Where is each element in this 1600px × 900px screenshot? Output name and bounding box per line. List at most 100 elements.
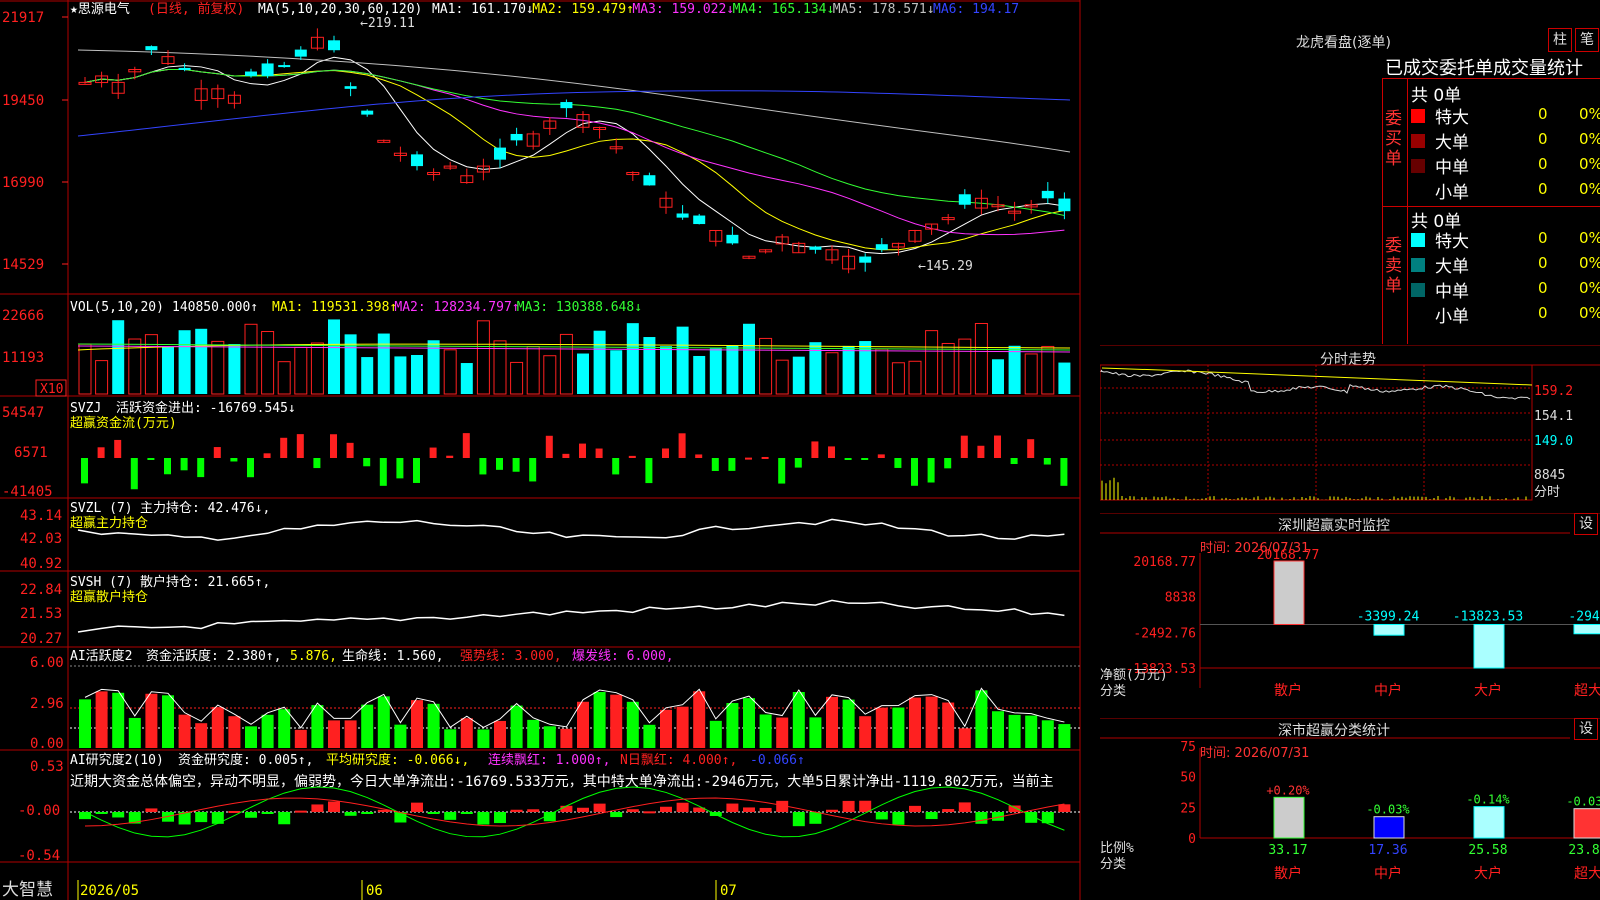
candle-down: [875, 244, 888, 250]
monitor-category-label: 超大: [1574, 683, 1600, 699]
classify-value-label: 33.17: [1268, 843, 1307, 858]
ai-active-bar: [178, 714, 191, 748]
order-size-label: 中单: [1435, 158, 1469, 178]
chart-canvas[interactable]: 21917 19450 16990 14529 ←219.11 ←145.29 ★思源电气 (…: [0, 0, 1100, 900]
candle-down: [676, 213, 689, 218]
brand-label: 大智慧: [2, 880, 53, 900]
research-bar: [842, 800, 855, 812]
order-count: 0: [1538, 279, 1548, 297]
ai-comment: 近期大资金总体偏空，异动不明显，偏弱势，今日大单净流出:-16769.533万元…: [70, 773, 1054, 790]
ma-value: MA6: 194.17: [933, 2, 1019, 17]
volume-bar: [660, 346, 672, 394]
candle-down: [361, 110, 374, 115]
buy-side-label: 委买单: [1385, 109, 1402, 169]
kline-chart-area[interactable]: 21917 19450 16990 14529 ←219.11 ←145.29 ★思源电气 (…: [0, 0, 1100, 900]
ai-active-bar: [875, 707, 888, 748]
ai-active-bar: [444, 729, 457, 748]
ai-active-bar: [328, 720, 340, 748]
fund-flow-bar: [1010, 458, 1018, 465]
volume-bar: [559, 333, 573, 395]
ai-active-bar: [311, 705, 324, 748]
fund-flow-bar: [263, 453, 271, 458]
research-bar: [527, 809, 540, 812]
volume-bar: [144, 334, 158, 395]
ai-active-bar: [693, 691, 706, 748]
dragon-header: 已成交委托单成交量统计: [1385, 58, 1583, 79]
pen-mode-button[interactable]: 笔: [1575, 28, 1599, 52]
monitor-category-label: 大户: [1474, 682, 1502, 699]
fund-flow-bar: [794, 458, 802, 468]
research-bar: [444, 812, 457, 820]
volume-ma-value: MA1: 119531.398↑: [272, 300, 397, 315]
intraday-axis: 8845: [1534, 468, 1565, 483]
ai-active-bar: [543, 726, 556, 748]
ai-active-bar: [726, 703, 739, 748]
fund-flow-bar: [147, 458, 155, 460]
order-count: 0: [1538, 105, 1548, 123]
dragon-table: 委买单 委卖单 共 0单 共 0单 特大00%大单00%中单00%小单00% 特…: [1382, 78, 1600, 344]
monitor-category-label: 散户: [1274, 682, 1302, 699]
monitor-bar: [1373, 623, 1405, 636]
research-bar: [311, 804, 324, 812]
ai-last-value: -0.066↑: [750, 753, 805, 768]
candle-down: [494, 147, 506, 160]
candle-down: [411, 154, 423, 167]
volume-bar: [974, 322, 988, 395]
fund-flow-bar: [396, 458, 404, 479]
classify-category-label: 超大: [1574, 866, 1600, 882]
ai-research-value: 资金研究度: 0.005↑,: [178, 752, 313, 768]
candle-down: [178, 67, 191, 70]
research-bar: [859, 800, 872, 812]
order-color-swatch: [1411, 258, 1425, 272]
ai-active-bar: [477, 729, 490, 748]
monitor-bar-label: -3399.24: [1357, 609, 1420, 624]
svzl-axis-label: 43.14: [20, 508, 62, 524]
fund-flow-bar: [894, 458, 902, 468]
volume-bar: [310, 342, 324, 395]
volume-bar: [543, 355, 557, 395]
fund-flow-bar: [761, 456, 769, 459]
volume-bar: [328, 319, 340, 394]
ai-active-bar: [377, 696, 390, 748]
fund-flow-bar: [247, 458, 254, 478]
ai-red-value: 连续飘红: 1.000↑,: [488, 752, 610, 768]
candle-down: [245, 71, 257, 76]
volume-bar: [178, 330, 191, 394]
volume-bar: [1041, 345, 1055, 395]
volume-bar: [825, 352, 839, 395]
monitor-panel: 深圳超赢实时监控 设 时间: 2026/07/31 20168.77 8838 -2…: [1100, 513, 1600, 718]
volume-bar: [992, 359, 1004, 394]
intraday-chart[interactable]: 159.2 154.1 149.0 8845 分时: [1100, 345, 1600, 513]
classify-bar: [1373, 816, 1405, 839]
volume-bar: [78, 343, 92, 395]
ai-active-bar: [626, 701, 639, 748]
ai-active-bar: [577, 701, 589, 748]
fund-flow-bar: [1060, 458, 1068, 486]
order-size-label: 小单: [1435, 183, 1469, 203]
fund-flow-bar: [413, 458, 420, 483]
intraday-axis: 149.0: [1534, 434, 1573, 449]
research-bar: [411, 802, 423, 812]
ai-active-title: AI活跃度2: [70, 648, 132, 664]
volume-bar: [759, 337, 773, 395]
order-percent: 0%: [1579, 155, 1600, 173]
research-bar: [245, 812, 257, 818]
order-size-label: 大单: [1435, 133, 1469, 153]
fund-flow-bar: [612, 458, 620, 475]
volume-bar: [1024, 353, 1038, 395]
volume-bar: [593, 330, 606, 394]
research-bar: [261, 812, 274, 814]
fund-flow-bar: [711, 458, 719, 471]
main-position-line: [77, 518, 1065, 541]
volume-bar: [693, 355, 706, 394]
candle-down: [261, 63, 274, 76]
ai-active-bar: [112, 692, 125, 748]
bar-mode-button[interactable]: 柱: [1548, 28, 1572, 52]
ma-value: MA2: 159.479↑: [532, 2, 634, 17]
ai-active-bar: [278, 709, 291, 748]
ma-line: [77, 90, 1071, 137]
research-bar: [925, 812, 938, 820]
order-percent: 0%: [1579, 229, 1600, 247]
intraday-panel[interactable]: 分时走势 159.2 154.1 149.0 8845 分时: [1100, 345, 1600, 513]
order-count: 0: [1538, 304, 1548, 322]
